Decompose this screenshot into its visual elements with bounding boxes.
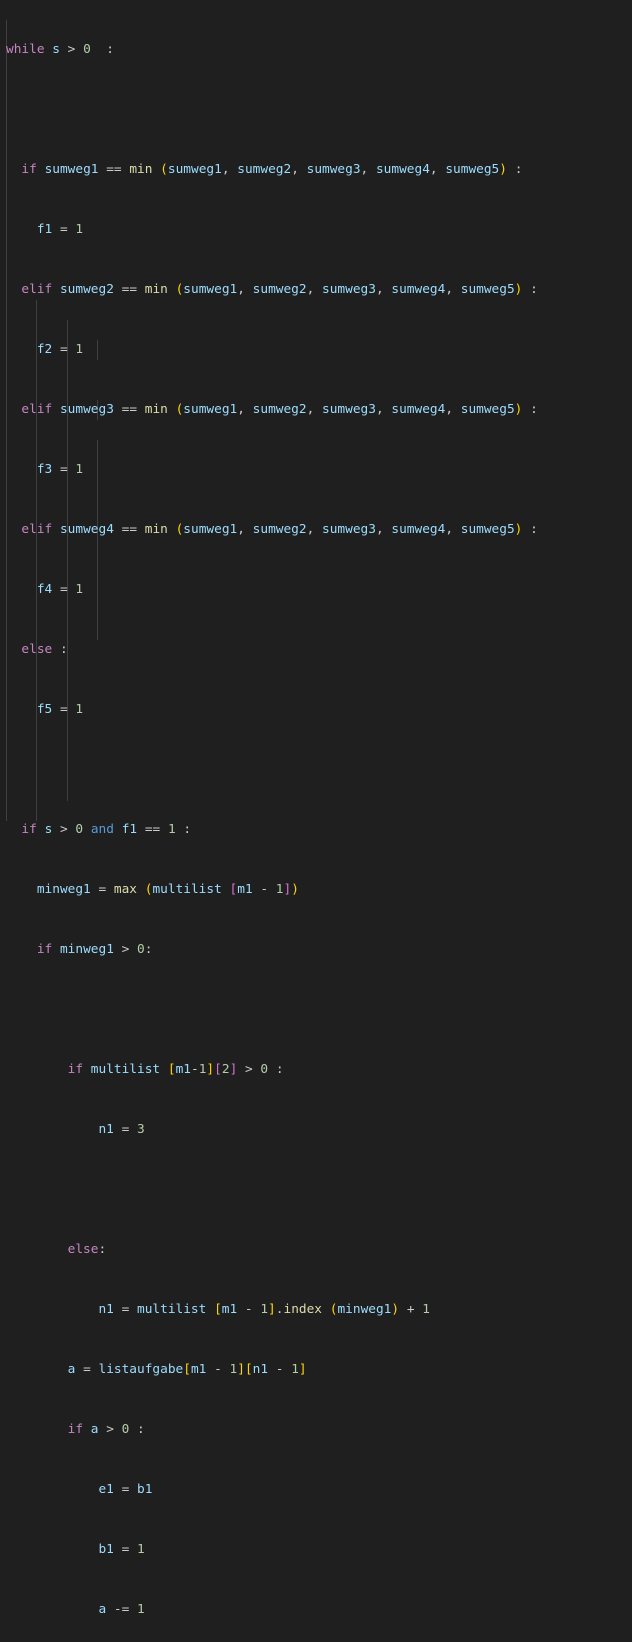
code-line: if a > 0 : bbox=[67, 1422, 145, 1437]
code-line: f4 = 1 bbox=[36, 582, 84, 597]
code-line: if minweg1 > 0: bbox=[36, 942, 153, 957]
code-line: n1 = 3 bbox=[98, 1122, 145, 1137]
code-line: if s > 0 and f1 == 1 : bbox=[21, 822, 192, 837]
code-line: elif sumweg2 == min (sumweg1, sumweg2, s… bbox=[21, 282, 538, 297]
code-line: e1 = b1 bbox=[98, 1482, 153, 1497]
code-content[interactable]: while s > 0 : if sumweg1 == min (sumweg1… bbox=[0, 0, 632, 1642]
code-line: else: bbox=[67, 1242, 107, 1257]
code-line: n1 = multilist [m1 - 1].index (minweg1) … bbox=[98, 1302, 430, 1317]
code-line: else : bbox=[21, 642, 68, 657]
code-line: elif sumweg3 == min (sumweg1, sumweg2, s… bbox=[21, 402, 538, 417]
code-line: if multilist [m1-1][2] > 0 : bbox=[67, 1062, 284, 1077]
code-line: a -= 1 bbox=[98, 1602, 145, 1617]
code-line: f5 = 1 bbox=[36, 702, 84, 717]
code-line: f3 = 1 bbox=[36, 462, 84, 477]
code-line: f2 = 1 bbox=[36, 342, 84, 357]
code-line: b1 = 1 bbox=[98, 1542, 145, 1557]
code-editor-pane[interactable]: while s > 0 : if sumweg1 == min (sumweg1… bbox=[0, 0, 632, 1617]
code-line: f1 = 1 bbox=[36, 222, 84, 237]
code-line: while s > 0 : bbox=[6, 42, 114, 57]
code-line: a = listaufgabe[m1 - 1][n1 - 1] bbox=[67, 1362, 307, 1377]
code-line: if sumweg1 == min (sumweg1, sumweg2, sum… bbox=[21, 162, 523, 177]
code-line: minweg1 = max (multilist [m1 - 1]) bbox=[36, 882, 299, 897]
code-line: elif sumweg4 == min (sumweg1, sumweg2, s… bbox=[21, 522, 538, 537]
